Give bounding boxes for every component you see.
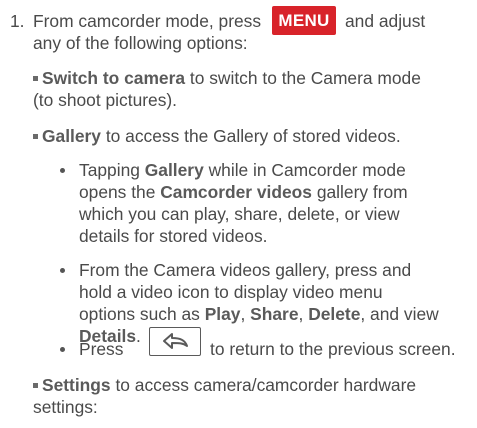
gallery-term: Gallery: [42, 126, 101, 146]
settings-term: Settings: [42, 375, 111, 395]
switch-camera-line-2: (to shoot pictures).: [33, 90, 178, 110]
gallery-sub1-line-1: Tapping Gallery while in Camcorder mode: [79, 160, 406, 180]
gallery-sub1-line-2: opens the Camcorder videos gallery from: [79, 182, 408, 202]
round-bullet-icon: [60, 347, 65, 352]
square-bullet-icon: [33, 382, 38, 388]
gallery-sub2-line-3: options such as Play, Share, Delete, and…: [79, 304, 439, 324]
back-arrow-icon: [149, 327, 201, 356]
settings-desc: to access camera/camcorder hardware: [115, 375, 417, 395]
settings-item: Settings to access camera/camcorder hard…: [33, 374, 416, 396]
round-bullet-icon: [60, 268, 65, 273]
gallery-sub1-line-4: details for stored videos.: [79, 226, 268, 246]
gallery-sub2-line-1: From the Camera videos gallery, press an…: [79, 260, 412, 280]
step-line-2: any of the following options:: [33, 33, 248, 53]
step-line-1b: and adjust: [345, 11, 426, 31]
switch-camera-desc: to switch to the Camera mode: [189, 68, 421, 88]
step-line-1a: From camcorder mode, press: [33, 11, 262, 31]
gallery-sub2-line-2: hold a video icon to display video menu: [79, 282, 383, 302]
square-bullet-icon: [33, 75, 38, 81]
gallery-desc: to access the Gallery of stored videos.: [105, 126, 401, 146]
switch-camera-term: Switch to camera: [42, 68, 186, 88]
settings-line-2: settings:: [33, 397, 98, 417]
square-bullet-icon: [33, 133, 38, 139]
switch-camera-item: Switch to camera to switch to the Camera…: [33, 67, 421, 89]
menu-key-icon: MENU: [272, 6, 336, 35]
gallery-item: Gallery to access the Gallery of stored …: [33, 125, 401, 147]
gallery-sub1-line-3: which you can play, share, delete, or vi…: [79, 204, 400, 224]
round-bullet-icon: [60, 168, 65, 173]
gallery-sub3-rest: to return to the previous screen.: [210, 339, 456, 359]
gallery-sub3-press: Press: [79, 339, 124, 359]
step-number: 1.: [10, 11, 25, 31]
